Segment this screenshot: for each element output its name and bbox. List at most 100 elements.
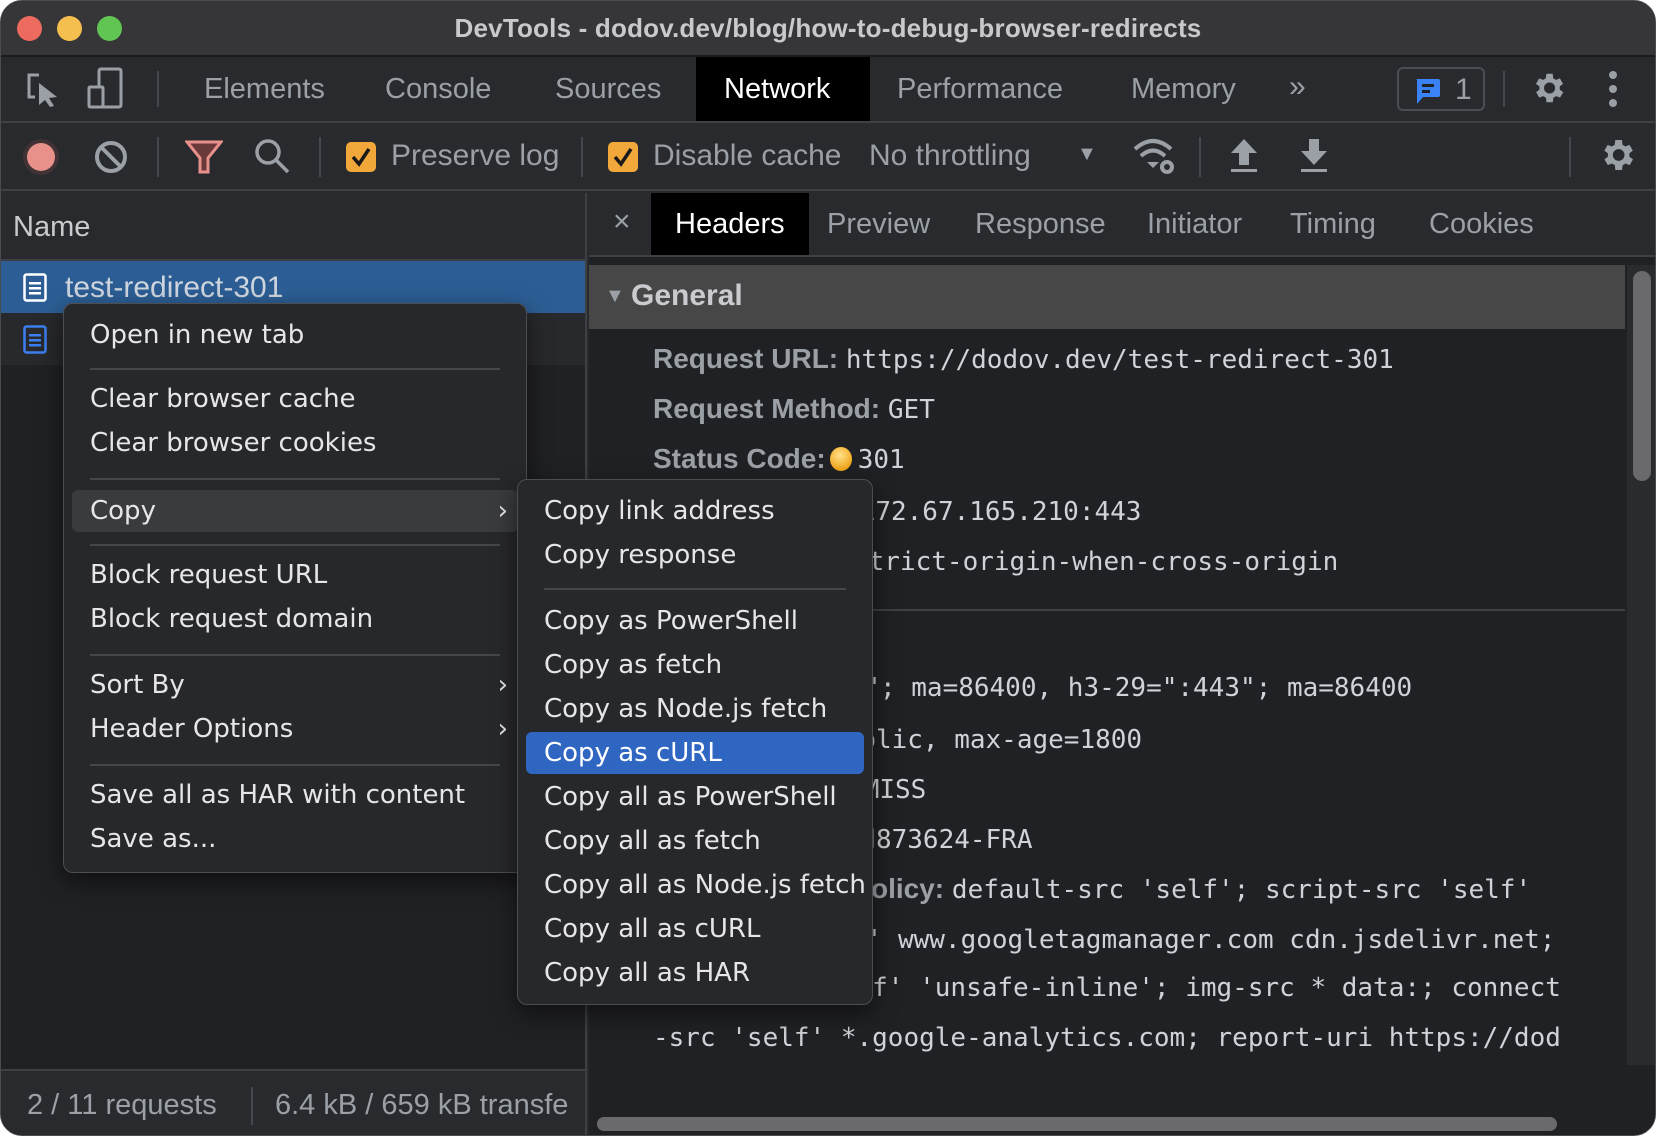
tab-cookies[interactable]: Cookies <box>1405 193 1558 255</box>
separator <box>1503 71 1505 107</box>
tab-initiator[interactable]: Initiator <box>1123 193 1266 255</box>
menu-item-copy[interactable]: Copy › <box>72 490 518 532</box>
menu-item-copy-all-as-powershell[interactable]: Copy all as PowerShell <box>526 776 864 818</box>
tab-elements[interactable]: Elements <box>176 57 353 121</box>
record-icon[interactable] <box>21 137 61 182</box>
menu-separator <box>90 544 500 546</box>
tab-sources[interactable]: Sources <box>527 57 689 121</box>
menu-item-header-options[interactable]: Header Options › <box>72 708 518 750</box>
dropdown-arrow-icon[interactable]: ▼ <box>1077 143 1097 166</box>
menu-item-clear-browser-cache[interactable]: Clear browser cache <box>72 378 518 420</box>
network-settings-gear-icon[interactable] <box>1597 135 1637 180</box>
header-value: default-src 'self'; script-src 'self' <box>951 875 1532 905</box>
menu-item-sort-by[interactable]: Sort By › <box>72 664 518 706</box>
separator <box>1199 137 1201 177</box>
menu-item-copy-as-nodejs-fetch[interactable]: Copy as Node.js fetch <box>526 688 864 730</box>
menu-item-copy-all-as-nodejs-fetch[interactable]: Copy all as Node.js fetch <box>526 864 866 906</box>
header-row: Status Code: 301 <box>653 443 905 475</box>
header-key: Request URL: <box>653 343 839 374</box>
header-row: Request Method: GET <box>653 393 935 425</box>
tab-headers[interactable]: Headers <box>651 193 809 255</box>
tab-console[interactable]: Console <box>357 57 519 121</box>
settings-gear-icon[interactable] <box>1529 69 1567 112</box>
general-section-title: General <box>631 279 743 312</box>
network-toolbar: Preserve log Disable cache No throttling… <box>1 123 1655 191</box>
menu-item-copy-response[interactable]: Copy response <box>526 534 864 576</box>
export-har-icon[interactable] <box>1299 137 1329 178</box>
menu-separator <box>90 654 500 656</box>
throttling-select[interactable]: No throttling <box>869 139 1031 173</box>
tab-memory[interactable]: Memory <box>1103 57 1264 121</box>
chevron-right-icon: › <box>497 670 508 700</box>
menu-item-copy-all-as-har[interactable]: Copy all as HAR <box>526 952 864 994</box>
separator <box>251 1087 253 1125</box>
header-value: -src 'self' *.google-analytics.com; repo… <box>653 1023 1561 1053</box>
request-count: 2 / 11 requests <box>27 1089 217 1121</box>
header-value: public, max-age=1800 <box>829 725 1143 755</box>
header-row: e' www.googletagmanager.com cdn.jsdelivr… <box>851 923 1555 955</box>
device-toolbar-icon[interactable] <box>85 67 127 116</box>
status-bar: 2 / 11 requests 6.4 kB / 659 kB transfe <box>1 1069 585 1135</box>
context-menu: Open in new tab Clear browser cache Clea… <box>63 303 527 873</box>
search-icon[interactable] <box>253 137 291 180</box>
more-tabs-button[interactable]: » <box>1289 57 1306 121</box>
document-icon <box>23 273 47 302</box>
header-value: 301 <box>857 445 905 475</box>
menu-item-copy-as-fetch[interactable]: Copy as fetch <box>526 644 864 686</box>
menu-separator <box>544 588 846 590</box>
general-section-header[interactable]: ▼ General <box>589 265 1625 329</box>
issues-button[interactable]: 1 <box>1397 67 1485 111</box>
menu-separator <box>90 368 500 370</box>
network-conditions-icon[interactable] <box>1131 135 1177 182</box>
message-icon <box>1416 79 1440 104</box>
disable-cache-checkbox[interactable] <box>608 142 638 172</box>
vertical-scrollbar-thumb[interactable] <box>1633 271 1651 481</box>
transfer-size: 6.4 kB / 659 kB transfe <box>275 1089 569 1121</box>
header-value: 43"; ma=86400, h3-29=":443"; ma=86400 <box>833 673 1413 703</box>
tab-response[interactable]: Response <box>951 193 1130 255</box>
issues-count: 1 <box>1455 73 1472 106</box>
menu-item-copy-all-as-curl[interactable]: Copy all as cURL <box>526 908 864 950</box>
menu-item-block-request-url[interactable]: Block request URL <box>72 554 518 596</box>
close-details-icon[interactable]: × <box>613 205 631 239</box>
preserve-log-label[interactable]: Preserve log <box>391 139 559 173</box>
menu-item-copy-link-address[interactable]: Copy link address <box>526 490 864 532</box>
menu-item-copy-all-as-fetch[interactable]: Copy all as fetch <box>526 820 864 862</box>
header-row: strict-origin-when-cross-origin <box>853 545 1338 577</box>
separator <box>157 71 159 107</box>
clear-icon[interactable] <box>93 139 129 180</box>
separator <box>581 137 583 177</box>
header-row: Request URL: https://dodov.dev/test-redi… <box>653 343 1394 375</box>
menu-item-save-as[interactable]: Save as... <box>72 818 518 860</box>
menu-item-open-in-new-tab[interactable]: Open in new tab <box>72 314 518 356</box>
menu-item-copy-as-curl[interactable]: Copy as cURL <box>526 732 864 774</box>
disable-cache-label[interactable]: Disable cache <box>653 139 841 173</box>
tab-performance[interactable]: Performance <box>869 57 1091 121</box>
header-value: strict-origin-when-cross-origin <box>853 547 1339 577</box>
preserve-log-checkbox[interactable] <box>346 142 376 172</box>
menu-item-copy-as-powershell[interactable]: Copy as PowerShell <box>526 600 864 642</box>
menu-item-save-all-as-har[interactable]: Save all as HAR with content <box>72 774 518 816</box>
document-icon <box>23 325 47 354</box>
more-options-icon[interactable] <box>1607 69 1619 114</box>
tab-timing[interactable]: Timing <box>1266 193 1400 255</box>
header-value: https://dodov.dev/test-redirect-301 <box>845 345 1394 375</box>
header-row: 43"; ma=86400, h3-29=":443"; ma=86400 <box>833 671 1412 703</box>
expand-triangle-icon: ▼ <box>605 285 625 307</box>
inspect-element-icon[interactable] <box>23 69 63 114</box>
filter-icon[interactable] <box>183 139 225 180</box>
menu-item-clear-browser-cookies[interactable]: Clear browser cookies <box>72 422 518 464</box>
header-row: public, max-age=1800 <box>829 723 1142 755</box>
menu-item-block-request-domain[interactable]: Block request domain <box>72 598 518 640</box>
name-column-header[interactable]: Name <box>1 193 585 261</box>
import-har-icon[interactable] <box>1229 137 1259 178</box>
tab-network[interactable]: Network <box>696 57 870 121</box>
header-key: Status Code: <box>653 443 826 474</box>
main-tab-bar: Elements Console Sources Network Perform… <box>1 57 1655 123</box>
header-value: MISS <box>863 775 927 805</box>
header-value: GET <box>887 395 935 425</box>
tab-preview[interactable]: Preview <box>803 193 954 255</box>
status-indicator-icon <box>829 447 852 471</box>
horizontal-scrollbar-thumb[interactable] <box>597 1117 1557 1131</box>
separator <box>157 137 159 177</box>
